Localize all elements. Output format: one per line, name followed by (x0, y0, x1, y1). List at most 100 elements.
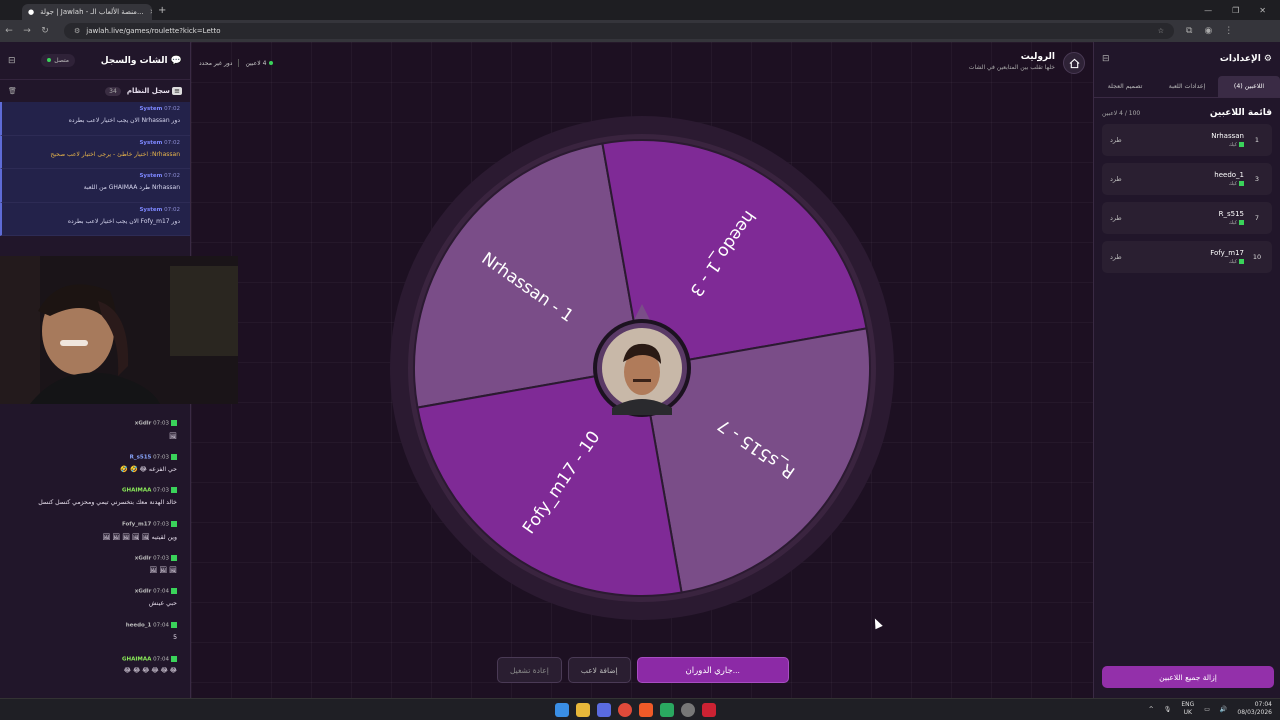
system-message-time: 07:02 (164, 173, 180, 179)
chat-message: Fofy_m17 07:03 وين لقيتيه 🖼 🖼 🖼 🖼 🖼 (0, 517, 191, 551)
roulette-wheel[interactable]: Nrhassan - 1 heedo_1 - 3R_s515 - 7Fofy_m1… (387, 115, 897, 625)
address-bar: ← → ↻ ⚙ jawlah.live/games/roulette?kick=… (0, 20, 1280, 42)
back-icon[interactable]: ← (0, 26, 18, 36)
kick-player-button[interactable]: طرد (1110, 214, 1122, 222)
player-name: Nrhassan (1211, 132, 1244, 140)
player-row: 10 Fofy_m17 كيك طرد (1102, 241, 1272, 273)
kick-badge-icon (1239, 220, 1244, 225)
chat-message: heedo_1 07:04 5 (0, 618, 191, 652)
network-icon[interactable]: ▭ (1204, 706, 1210, 713)
system-message-text: Nrhassan طرد GHAIMAA من اللعبة (83, 184, 180, 191)
player-row: 3 heedo_1 كيك طرد (1102, 163, 1272, 195)
player-name: heedo_1 (1214, 171, 1244, 179)
bookmark-star-icon[interactable]: ☆ (1158, 27, 1164, 35)
game-title: الروليت (1020, 52, 1055, 62)
chat-username: heedo_1 (125, 622, 152, 629)
connection-status: متصل (41, 54, 76, 67)
player-number: 10 (1252, 253, 1262, 261)
forward-icon[interactable]: → (18, 26, 36, 36)
minimize-icon[interactable]: — (1204, 6, 1212, 15)
collapse-settings-icon[interactable]: ⊟ (1102, 54, 1110, 64)
tab-game-settings[interactable]: إعدادات اللعبة (1156, 76, 1218, 97)
volume-icon[interactable]: 🔊 (1220, 706, 1227, 713)
kick-badge-icon (171, 588, 177, 595)
site-info-icon[interactable]: ⚙ (74, 27, 80, 35)
system-log-list: System 07:02 دور Nrhassan الان يجب اختيا… (0, 102, 190, 236)
system-log-title: سجل النظام (126, 87, 170, 95)
close-window-icon[interactable]: ✕ (1259, 6, 1266, 15)
tray-chevron-icon[interactable]: ^ (1149, 706, 1154, 713)
new-tab-icon[interactable]: + (158, 5, 166, 16)
chat-username: xGdlr (134, 588, 152, 595)
remove-all-players-button[interactable]: إزالة جميع اللاعبين (1102, 666, 1274, 688)
system-message-sender: System (139, 173, 163, 179)
kick-player-button[interactable]: طرد (1110, 175, 1122, 183)
chat-time: 07:04 (153, 622, 169, 629)
settings-app-icon[interactable] (681, 703, 695, 717)
chrome-icon[interactable] (618, 703, 632, 717)
system-message-text: دور Fofy_m17 الان يجب اختيار لاعب بطرده (67, 217, 180, 225)
kick-badge-icon (171, 521, 177, 528)
game-subtitle: خلها تقلب بين المتابعين في الشات (968, 64, 1055, 71)
file-explorer-icon[interactable] (576, 703, 590, 717)
system-message: System 07:02 Nrhassan: اختيار خاطئ - يرج… (0, 135, 190, 169)
spin-button[interactable]: جاري الدوران... (636, 657, 789, 683)
collapse-panel-icon[interactable]: ⊟ (8, 56, 16, 66)
kick-player-button[interactable]: طرد (1110, 253, 1122, 261)
home-icon (1069, 58, 1079, 68)
tab-players[interactable]: اللاعبين (4) (1218, 76, 1280, 97)
kick-badge-icon (1239, 142, 1244, 147)
kick-badge-icon (171, 453, 177, 460)
kick-player-button[interactable]: طرد (1110, 136, 1122, 144)
close-tab-icon[interactable]: ✕ (150, 8, 152, 16)
start-icon[interactable] (555, 703, 569, 717)
extensions-icon[interactable]: ⧉ (1186, 26, 1192, 36)
brave-icon[interactable] (639, 703, 653, 717)
os-taskbar: ^ 🎙 ENG UK ▭ 🔊 07:04 08/03/2026 (0, 698, 1280, 720)
chat-time: 07:04 (153, 656, 169, 663)
kick-badge-icon (1239, 259, 1244, 264)
chat-time: 07:04 (153, 588, 169, 595)
language-indicator[interactable]: ENG UK (1181, 701, 1194, 717)
app-icon[interactable] (660, 703, 674, 717)
chat-message: xGdlr 07:03 🖼 🖼 🖼 (0, 551, 191, 585)
trash-icon[interactable]: 🗑 (8, 87, 17, 95)
player-platform: كيك (1228, 220, 1237, 226)
chat-text: 5 (173, 633, 177, 641)
chat-text: حبي عينش (148, 599, 177, 607)
system-log-header[interactable]: ≡ سجل النظام 34 🗑 (0, 80, 190, 102)
chat-username: GHAIMAA (121, 487, 152, 494)
browser-tab[interactable]: ● جولة | Jawlah - منصة الألعاب الـ... ✕ (22, 4, 152, 20)
system-message-time: 07:02 (164, 206, 180, 213)
maximize-icon[interactable]: ❐ (1232, 6, 1239, 15)
tab-wheel-design[interactable]: تصميم العجلة (1094, 76, 1156, 97)
store-icon[interactable] (597, 703, 611, 717)
chat-icon: 💬 (170, 55, 182, 66)
chat-message: GHAIMAA 07:03 خالد الهدنة معك بتخسرني تيم… (0, 483, 191, 517)
profile-avatar[interactable]: ◉ (1204, 26, 1212, 36)
clock[interactable]: 07:04 08/03/2026 (1237, 701, 1272, 717)
kick-badge-icon (171, 622, 177, 629)
chat-message: GHAIMAA 07:04 😂 😂 😂 😂 😂 😂 (0, 652, 191, 686)
player-platform: كيك (1228, 181, 1237, 187)
chat-header: ⊟ متصل 💬 الشات والسجل (0, 42, 190, 80)
chat-text: حي الفزعه 😂 🤣 🤣 (120, 466, 177, 474)
player-platform: كيك (1228, 142, 1237, 148)
players-list-title: قائمة اللاعبين (1209, 108, 1272, 118)
chat-message: xGdlr 07:03 🖼 (0, 416, 191, 450)
chat-username: GHAIMAA (121, 656, 152, 663)
restart-button[interactable]: إعادة تشغيل (497, 657, 562, 683)
players-list-header: قائمة اللاعبين 100 / 4 لاعبين (1094, 98, 1280, 124)
obs-icon[interactable] (702, 703, 716, 717)
app-root: ⊟ متصل 💬 الشات والسجل ≡ سجل النظام 34 🗑 S… (0, 42, 1280, 698)
url-text: jawlah.live/games/roulette?kick=Letto (86, 27, 221, 35)
menu-icon[interactable]: ⋮ (1224, 26, 1233, 36)
reload-icon[interactable]: ↻ (36, 26, 54, 36)
add-player-button[interactable]: إضافة لاعب (567, 657, 631, 683)
microphone-icon[interactable]: 🎙 (1164, 706, 1172, 713)
webcam-overlay (0, 256, 238, 404)
webcam-feed (0, 256, 238, 404)
home-button[interactable] (1063, 52, 1085, 74)
system-message: System 07:02 Nrhassan طرد GHAIMAA من الل… (0, 169, 190, 203)
url-field[interactable]: ⚙ jawlah.live/games/roulette?kick=Letto … (64, 23, 1174, 39)
